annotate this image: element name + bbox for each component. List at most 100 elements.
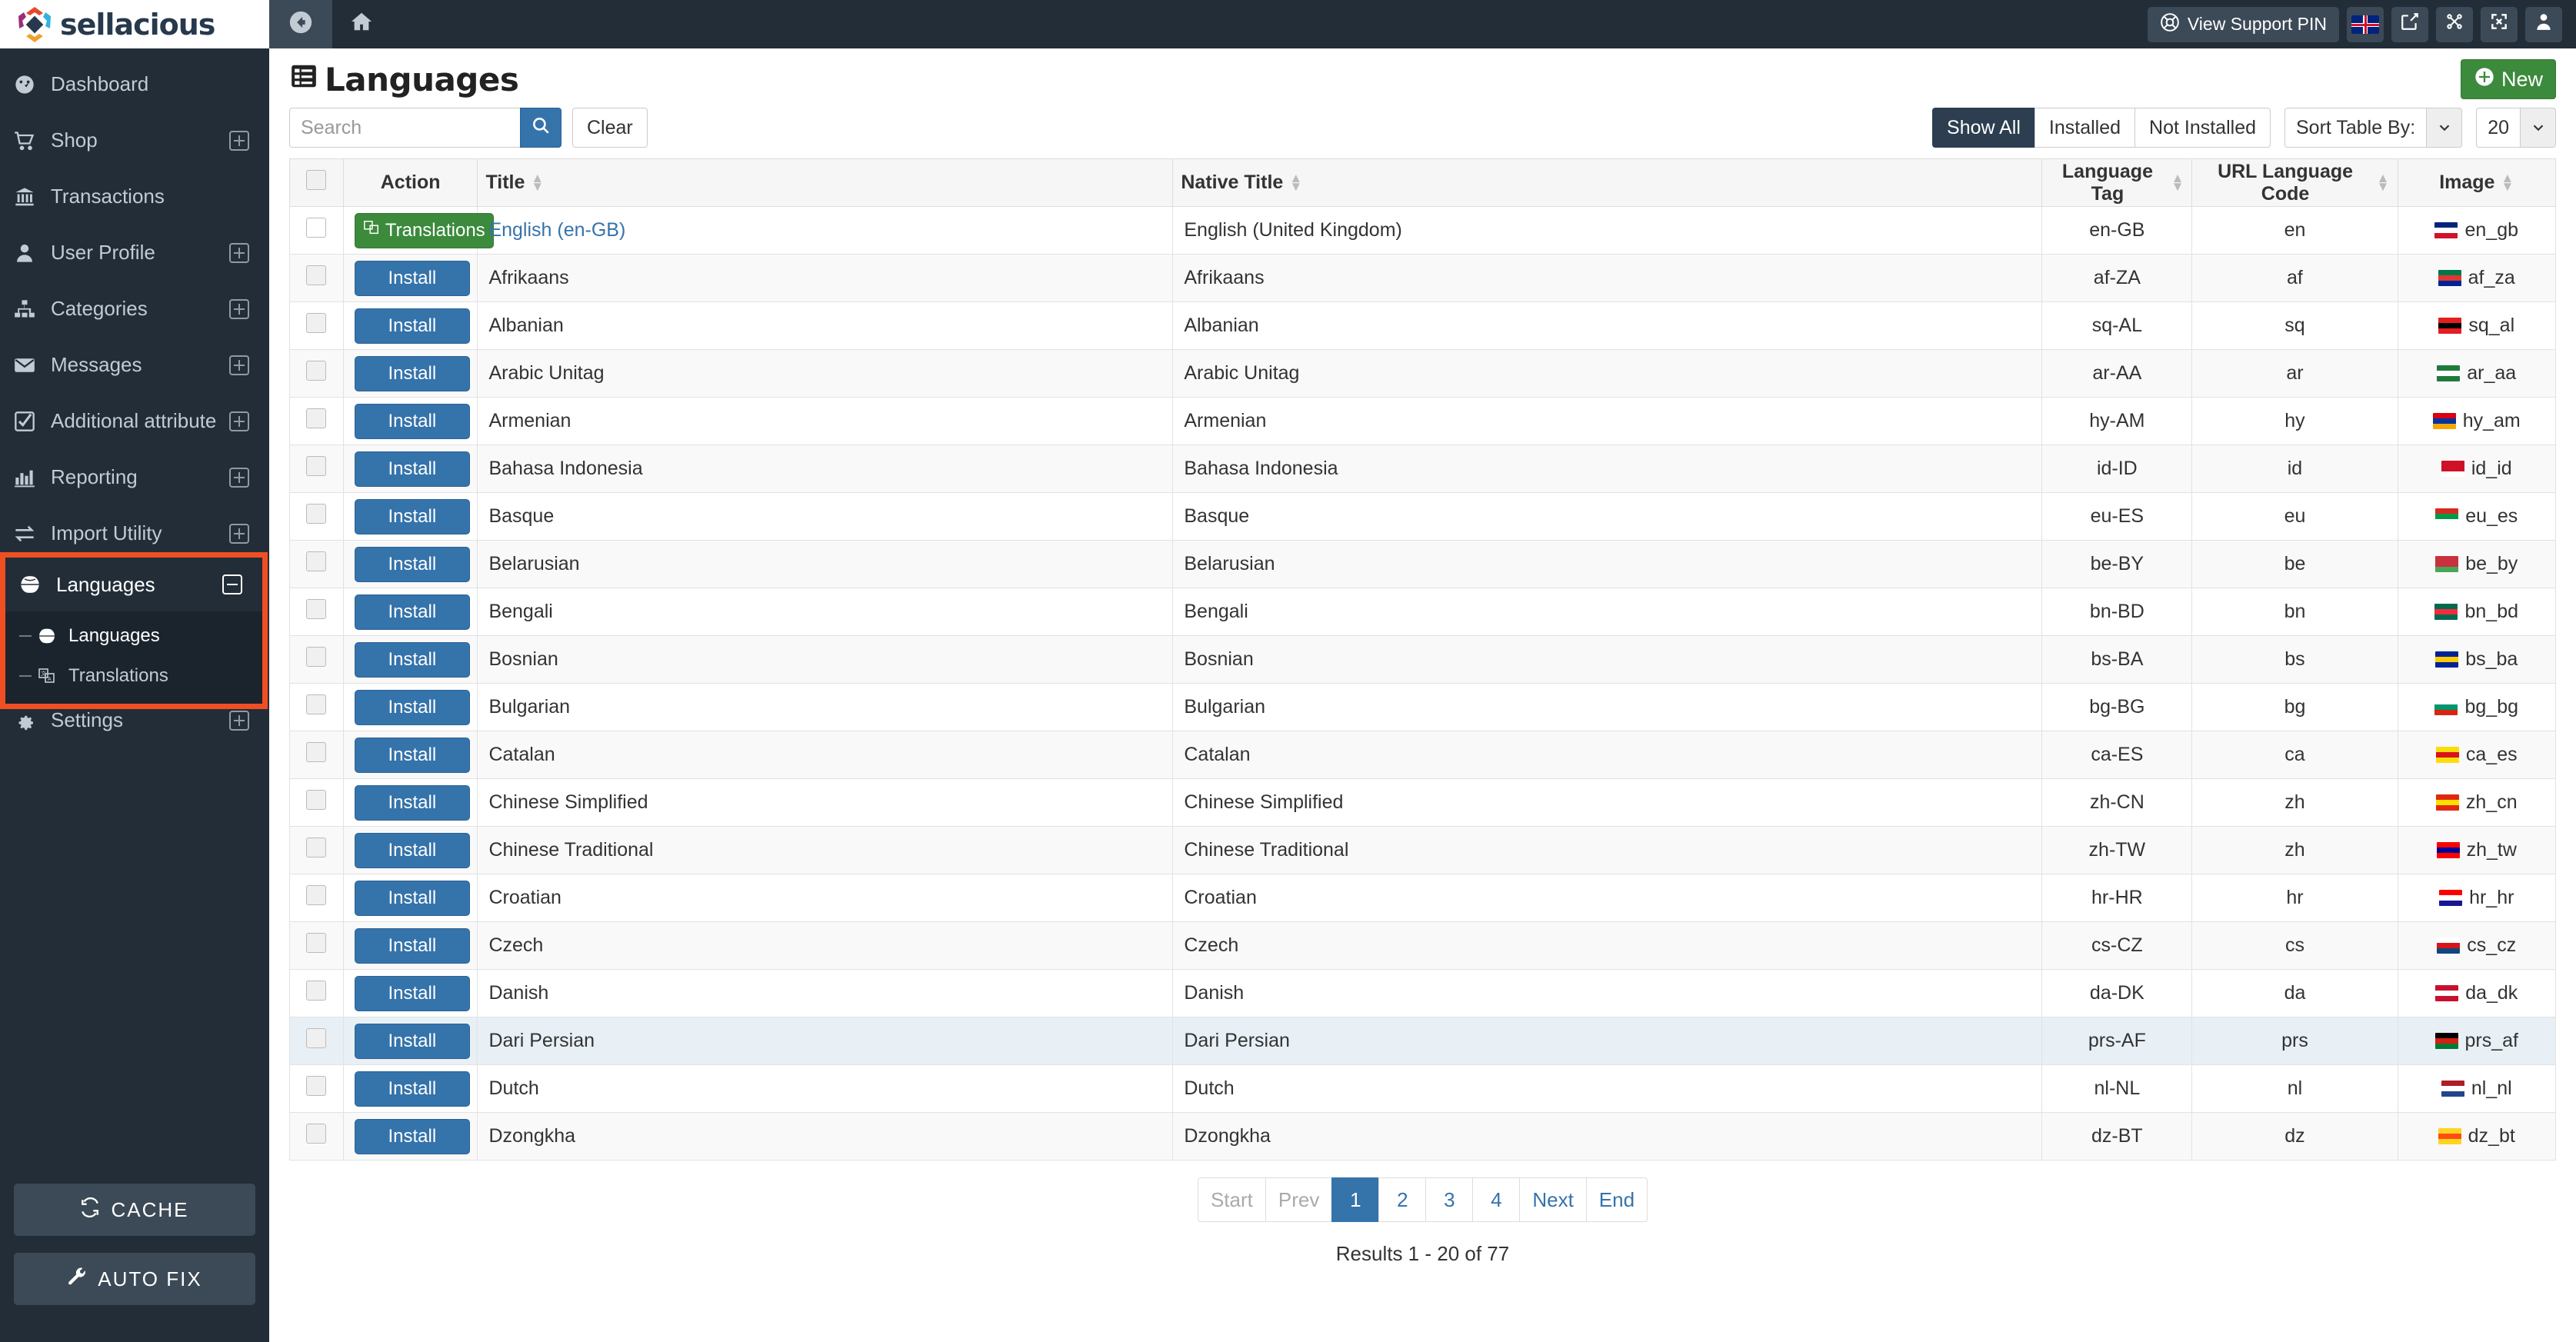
row-checkbox[interactable]	[306, 313, 327, 333]
row-select-cell[interactable]	[289, 874, 344, 922]
th-image[interactable]: Image ▲ ▼	[2397, 158, 2556, 207]
install-button[interactable]: Install	[354, 737, 470, 773]
row-title-cell[interactable]: English (en-GB)	[477, 206, 1174, 255]
select-all-checkbox[interactable]	[306, 170, 327, 190]
th-url-language-code[interactable]: URL Language Code ▲ ▼	[2191, 158, 2398, 207]
pagination-item-next[interactable]: Next	[1519, 1177, 1587, 1222]
row-checkbox[interactable]	[306, 599, 327, 619]
sidebar-item-messages[interactable]: Messages	[0, 337, 269, 393]
expand-messages-icon[interactable]	[229, 355, 249, 375]
row-select-cell[interactable]	[289, 349, 344, 398]
install-button[interactable]: Install	[354, 641, 470, 678]
th-title[interactable]: Title ▲ ▼	[477, 158, 1174, 207]
row-checkbox[interactable]	[306, 408, 327, 428]
row-select-cell[interactable]	[289, 540, 344, 588]
row-select-cell[interactable]	[289, 683, 344, 731]
install-button[interactable]: Install	[354, 880, 470, 916]
install-button[interactable]: Install	[354, 403, 470, 439]
pagination-item-1[interactable]: 1	[1331, 1177, 1380, 1222]
install-button[interactable]: Install	[354, 1071, 470, 1107]
install-button[interactable]: Install	[354, 546, 470, 582]
install-button[interactable]: Install	[354, 1023, 470, 1059]
install-button[interactable]: Install	[354, 594, 470, 630]
install-button[interactable]: Install	[354, 975, 470, 1011]
language-switch-button[interactable]	[2347, 6, 2384, 42]
th-native-title[interactable]: Native Title ▲ ▼	[1172, 158, 2043, 207]
pagination-item-end[interactable]: End	[1585, 1177, 1648, 1222]
expand-reporting-icon[interactable]	[229, 467, 249, 488]
row-checkbox[interactable]	[306, 551, 327, 571]
fullscreen-button[interactable]	[2481, 6, 2518, 42]
th-language-tag[interactable]: Language Tag ▲ ▼	[2041, 158, 2193, 207]
expand-additional-attribute-icon[interactable]	[229, 411, 249, 431]
row-select-cell[interactable]	[289, 206, 344, 255]
install-button[interactable]: Install	[354, 832, 470, 868]
install-button[interactable]: Install	[354, 260, 470, 296]
chevron-down-icon[interactable]	[2427, 108, 2463, 148]
clear-button[interactable]: Clear	[572, 108, 648, 148]
row-checkbox[interactable]	[306, 456, 327, 476]
sidebar-item-languages[interactable]: Languages	[5, 558, 262, 611]
row-select-cell[interactable]	[289, 778, 344, 827]
filter-not-installed-button[interactable]: Not Installed	[2134, 108, 2271, 148]
row-checkbox[interactable]	[306, 885, 327, 905]
preview-site-button[interactable]	[2391, 6, 2428, 42]
row-select-cell[interactable]	[289, 731, 344, 779]
row-select-cell[interactable]	[289, 1112, 344, 1161]
sidebar-item-dashboard[interactable]: Dashboard	[0, 56, 269, 112]
expand-user-profile-icon[interactable]	[229, 242, 249, 263]
row-select-cell[interactable]	[289, 826, 344, 874]
install-button[interactable]: Install	[354, 308, 470, 344]
search-input[interactable]	[289, 108, 520, 148]
sidebar-item-languages-child[interactable]: Languages	[5, 616, 262, 656]
row-select-cell[interactable]	[289, 492, 344, 541]
row-checkbox[interactable]	[306, 694, 327, 714]
pagination-item-2[interactable]: 2	[1378, 1177, 1427, 1222]
sidebar-item-transactions[interactable]: Transactions	[0, 168, 269, 225]
row-select-cell[interactable]	[289, 969, 344, 1017]
chevron-down-icon[interactable]	[2521, 108, 2556, 148]
search-button[interactable]	[520, 108, 562, 148]
sidebar-item-shop[interactable]: Shop	[0, 112, 269, 168]
expand-shop-icon[interactable]	[229, 130, 249, 151]
row-checkbox[interactable]	[306, 742, 327, 762]
row-select-cell[interactable]	[289, 254, 344, 302]
row-select-cell[interactable]	[289, 588, 344, 636]
view-support-pin-button[interactable]: View Support PIN	[2147, 6, 2339, 42]
new-button[interactable]: New	[2460, 59, 2556, 99]
row-checkbox[interactable]	[306, 1124, 327, 1144]
row-select-cell[interactable]	[289, 1064, 344, 1113]
joomla-button[interactable]	[2436, 6, 2473, 42]
cache-button[interactable]: CACHE	[14, 1184, 255, 1236]
home-button[interactable]	[332, 0, 391, 48]
sidebar-item-user-profile[interactable]: User Profile	[0, 225, 269, 281]
auto-fix-button[interactable]: AUTO FIX	[14, 1253, 255, 1305]
row-checkbox[interactable]	[306, 933, 327, 953]
install-button[interactable]: Install	[354, 689, 470, 725]
row-checkbox[interactable]	[306, 265, 327, 285]
install-button[interactable]: Install	[354, 451, 470, 487]
row-select-cell[interactable]	[289, 301, 344, 350]
row-checkbox[interactable]	[306, 218, 327, 238]
pagination-item-4[interactable]: 4	[1472, 1177, 1521, 1222]
row-select-cell[interactable]	[289, 397, 344, 445]
sort-table-by-select[interactable]: Sort Table By:	[2284, 108, 2463, 148]
row-title[interactable]: English (en-GB)	[488, 219, 625, 241]
filter-show-all-button[interactable]: Show All	[1932, 108, 2035, 148]
page-limit-select[interactable]: 20	[2476, 108, 2556, 148]
install-button[interactable]: Install	[354, 1118, 470, 1154]
install-button[interactable]: Install	[354, 784, 470, 821]
row-checkbox[interactable]	[306, 361, 327, 381]
row-checkbox[interactable]	[306, 790, 327, 810]
expand-categories-icon[interactable]	[229, 298, 249, 319]
sidebar-item-translations-child[interactable]: 文A Translations	[5, 656, 262, 696]
row-select-cell[interactable]	[289, 445, 344, 493]
user-menu-button[interactable]	[2525, 6, 2562, 42]
install-button[interactable]: Install	[354, 355, 470, 391]
th-select-all[interactable]	[289, 158, 344, 207]
install-button[interactable]: Install	[354, 927, 470, 964]
sidebar-item-reporting[interactable]: Reporting	[0, 449, 269, 505]
row-select-cell[interactable]	[289, 635, 344, 684]
brand-logo-area[interactable]: sellacious	[0, 0, 269, 48]
row-checkbox[interactable]	[306, 981, 327, 1001]
